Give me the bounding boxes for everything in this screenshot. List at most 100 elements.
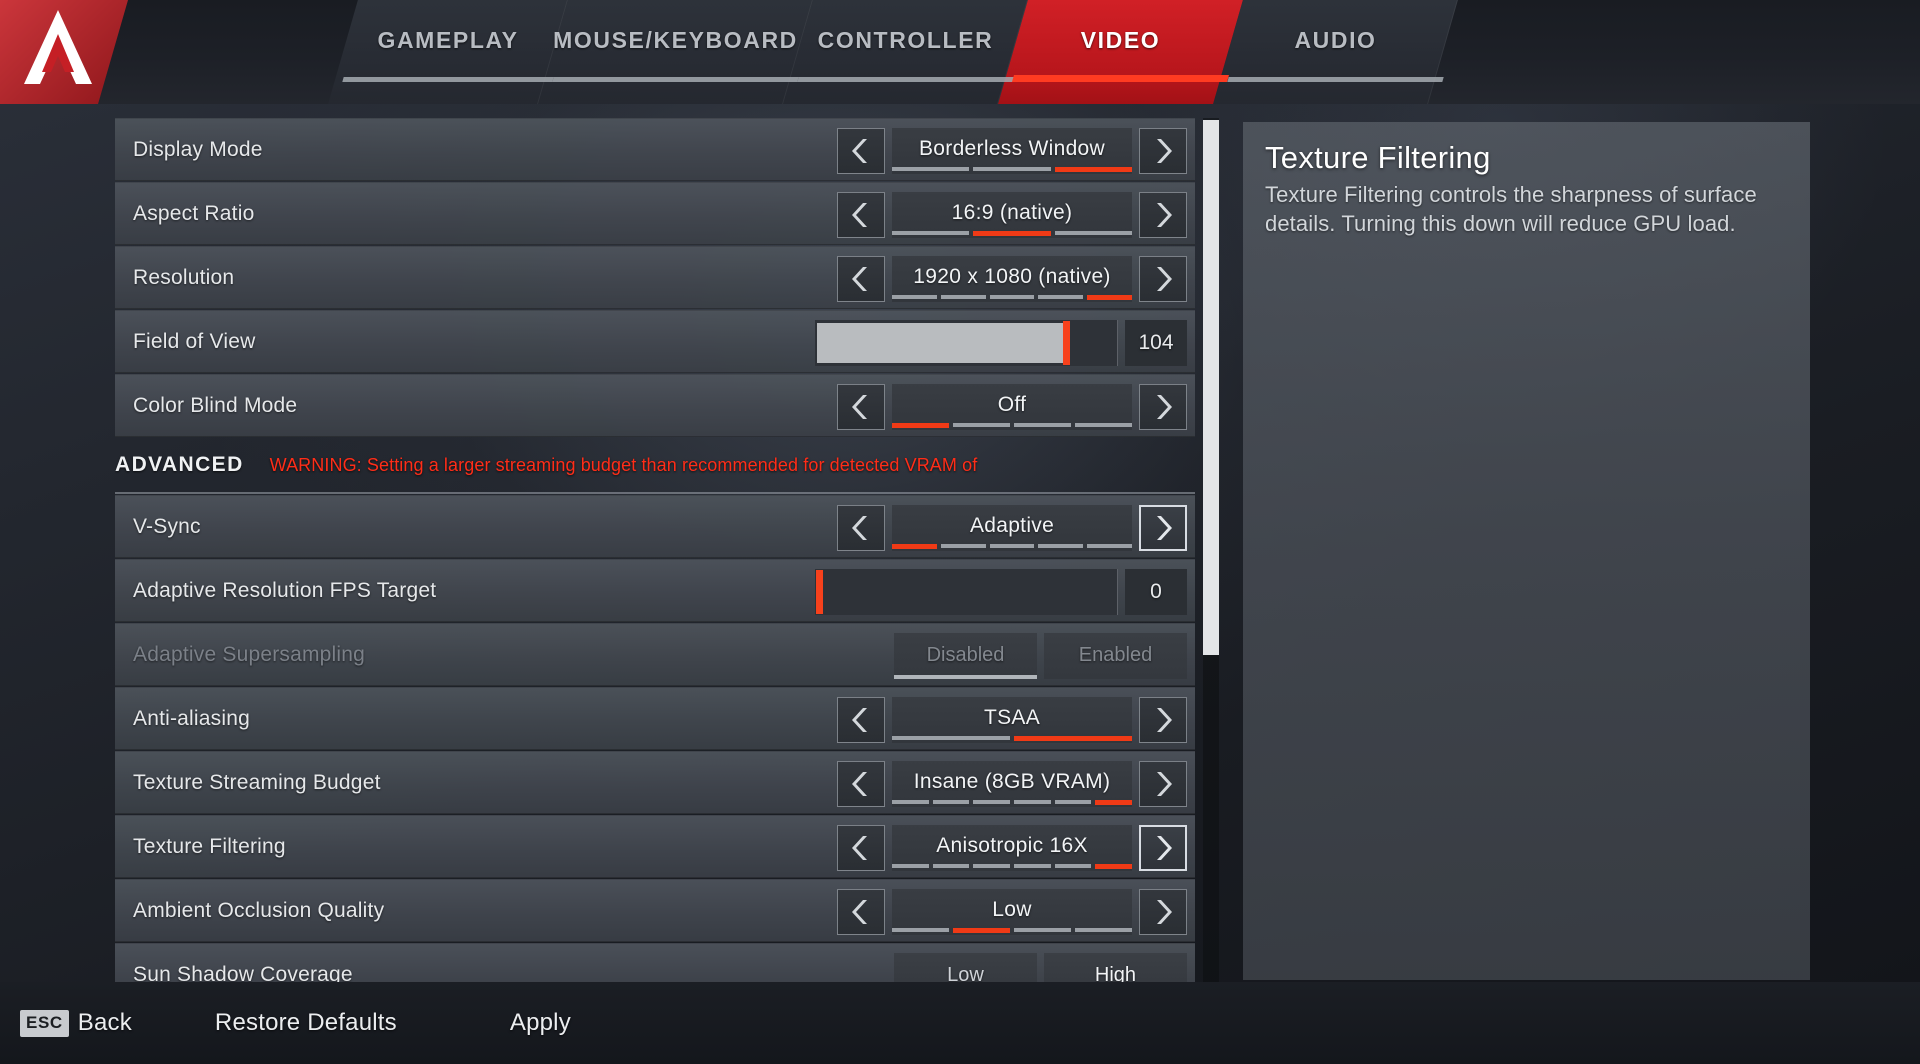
- chevron-right-icon: [1157, 138, 1172, 163]
- esc-key-badge: ESC: [20, 1009, 69, 1037]
- toggle-sun-shadow-coverage-low[interactable]: Low: [894, 952, 1037, 983]
- prev-arrow-resolution[interactable]: [837, 255, 885, 302]
- apex-legends-logo-icon: [24, 10, 92, 84]
- setting-label-anti-aliasing: Anti-aliasing: [133, 706, 250, 730]
- settings-list: Display Mode Borderless Window Aspect Ra…: [115, 118, 1195, 983]
- setting-row-texture-filtering: Texture Filtering Anisotropic 16X: [115, 815, 1195, 878]
- next-arrow-v-sync[interactable]: [1139, 504, 1187, 551]
- tab-mouse-keyboard[interactable]: MOUSE/KEYBOARD: [538, 0, 813, 104]
- segment-active: [1054, 166, 1132, 172]
- chevron-left-icon: [852, 202, 867, 227]
- segments-display-mode: [892, 166, 1132, 172]
- advanced-section-header: ADVANCED WARNING: Setting a larger strea…: [115, 438, 1195, 494]
- setting-control-color-blind-mode: Off: [837, 375, 1187, 438]
- setting-label-color-blind-mode: Color Blind Mode: [133, 393, 298, 417]
- segment: [892, 799, 929, 804]
- segment: [973, 166, 1051, 171]
- tab-gameplay[interactable]: GAMEPLAY: [328, 0, 568, 104]
- next-arrow-resolution[interactable]: [1139, 255, 1187, 302]
- setting-label-ambient-occlusion-quality: Ambient Occlusion Quality: [133, 898, 385, 922]
- apply-button[interactable]: Apply: [510, 1009, 571, 1037]
- value-display-mode[interactable]: Borderless Window: [892, 127, 1132, 174]
- slider-knob-adaptive-resolution-fps-target[interactable]: [816, 569, 823, 614]
- toggle-adaptive-supersampling-disabled[interactable]: Disabled: [894, 632, 1037, 679]
- value-texture-streaming-budget[interactable]: Insane (8GB VRAM): [892, 760, 1133, 807]
- tab-video[interactable]: VIDEO: [998, 0, 1243, 104]
- slider-knob-field-of-view[interactable]: [1062, 320, 1070, 365]
- value-anti-aliasing[interactable]: TSAA: [892, 696, 1132, 743]
- setting-row-v-sync: V-Sync Adaptive: [115, 495, 1195, 558]
- segment: [989, 543, 1035, 548]
- chevron-right-icon: [1157, 515, 1172, 540]
- value-ambient-occlusion-quality[interactable]: Low: [892, 888, 1132, 935]
- segment-active: [953, 927, 1010, 933]
- setting-row-color-blind-mode: Color Blind Mode Off: [115, 374, 1195, 437]
- next-arrow-ambient-occlusion-quality[interactable]: [1139, 888, 1187, 935]
- restore-defaults-button[interactable]: Restore Defaults: [215, 1009, 397, 1037]
- value-texture-filtering[interactable]: Anisotropic 16X: [892, 824, 1133, 871]
- value-resolution[interactable]: 1920 x 1080 (native): [892, 255, 1132, 302]
- segment: [973, 863, 1011, 868]
- tab-controller[interactable]: CONTROLLER: [783, 0, 1028, 104]
- segment-active: [1095, 863, 1133, 869]
- prev-arrow-v-sync[interactable]: [837, 504, 885, 551]
- prev-arrow-ambient-occlusion-quality[interactable]: [837, 888, 885, 935]
- toggle-sun-shadow-coverage-high[interactable]: High: [1044, 952, 1187, 983]
- next-arrow-texture-streaming-budget[interactable]: [1139, 760, 1187, 807]
- prev-arrow-display-mode[interactable]: [837, 127, 885, 174]
- chevron-left-icon: [852, 138, 867, 163]
- next-arrow-anti-aliasing[interactable]: [1139, 696, 1187, 743]
- segment: [932, 799, 970, 804]
- segment: [892, 166, 970, 171]
- segment: [1075, 927, 1132, 932]
- setting-label-adaptive-resolution-fps-target: Adaptive Resolution FPS Target: [133, 578, 437, 602]
- setting-label-sun-shadow-coverage: Sun Shadow Coverage: [133, 962, 353, 984]
- tab-audio[interactable]: AUDIO: [1213, 0, 1458, 104]
- segment: [1038, 294, 1084, 299]
- tab-controller-label: CONTROLLER: [817, 27, 994, 53]
- header: GAMEPLAY MOUSE/KEYBOARD CONTROLLER VIDEO: [0, 0, 1920, 104]
- next-arrow-color-blind-mode[interactable]: [1139, 383, 1187, 430]
- tab-bar: GAMEPLAY MOUSE/KEYBOARD CONTROLLER VIDEO: [128, 0, 1920, 104]
- info-panel: Texture Filtering Texture Filtering cont…: [1243, 122, 1810, 980]
- prev-arrow-texture-streaming-budget[interactable]: [837, 760, 885, 807]
- segment-active: [892, 543, 937, 549]
- tab-controller-underline: [797, 77, 1014, 82]
- next-arrow-aspect-ratio[interactable]: [1139, 191, 1187, 238]
- segments-resolution: [892, 294, 1132, 300]
- toggle-adaptive-supersampling-enabled[interactable]: Enabled: [1044, 632, 1187, 679]
- settings-scrollbar-thumb[interactable]: [1203, 120, 1219, 655]
- segment-active: [973, 230, 1051, 236]
- prev-arrow-anti-aliasing[interactable]: [837, 696, 885, 743]
- setting-control-v-sync: Adaptive: [837, 496, 1187, 559]
- tab-audio-underline: [1227, 77, 1444, 82]
- segment: [1054, 230, 1132, 235]
- toggle-label-enabled: Enabled: [1078, 644, 1153, 666]
- tab-gameplay-underline: [342, 77, 554, 82]
- segment: [892, 294, 937, 299]
- chevron-left-icon: [852, 835, 867, 860]
- prev-arrow-texture-filtering[interactable]: [837, 824, 885, 871]
- value-text-color-blind-mode: Off: [997, 392, 1027, 416]
- setting-row-field-of-view: Field of View 104: [115, 310, 1195, 373]
- setting-row-display-mode: Display Mode Borderless Window: [115, 118, 1195, 181]
- setting-label-adaptive-supersampling: Adaptive Supersampling: [133, 642, 366, 666]
- setting-row-ambient-occlusion-quality: Ambient Occlusion Quality Low: [115, 879, 1195, 942]
- slider-adaptive-resolution-fps-target[interactable]: [815, 568, 1118, 615]
- back-button-label: Back: [77, 1009, 132, 1036]
- chevron-right-icon: [1157, 771, 1172, 796]
- prev-arrow-color-blind-mode[interactable]: [837, 383, 885, 430]
- segment: [1054, 863, 1092, 868]
- next-arrow-texture-filtering[interactable]: [1139, 824, 1187, 871]
- slider-field-of-view[interactable]: [815, 319, 1118, 366]
- value-text-texture-streaming-budget: Insane (8GB VRAM): [913, 769, 1111, 793]
- back-button[interactable]: ESC Back: [20, 1009, 132, 1037]
- setting-control-field-of-view: 104: [815, 311, 1187, 374]
- value-v-sync[interactable]: Adaptive: [892, 504, 1132, 551]
- segment: [973, 799, 1011, 804]
- value-aspect-ratio[interactable]: 16:9 (native): [892, 191, 1132, 238]
- value-color-blind-mode[interactable]: Off: [892, 383, 1132, 430]
- next-arrow-display-mode[interactable]: [1139, 127, 1187, 174]
- segments-texture-filtering: [892, 863, 1133, 869]
- prev-arrow-aspect-ratio[interactable]: [837, 191, 885, 238]
